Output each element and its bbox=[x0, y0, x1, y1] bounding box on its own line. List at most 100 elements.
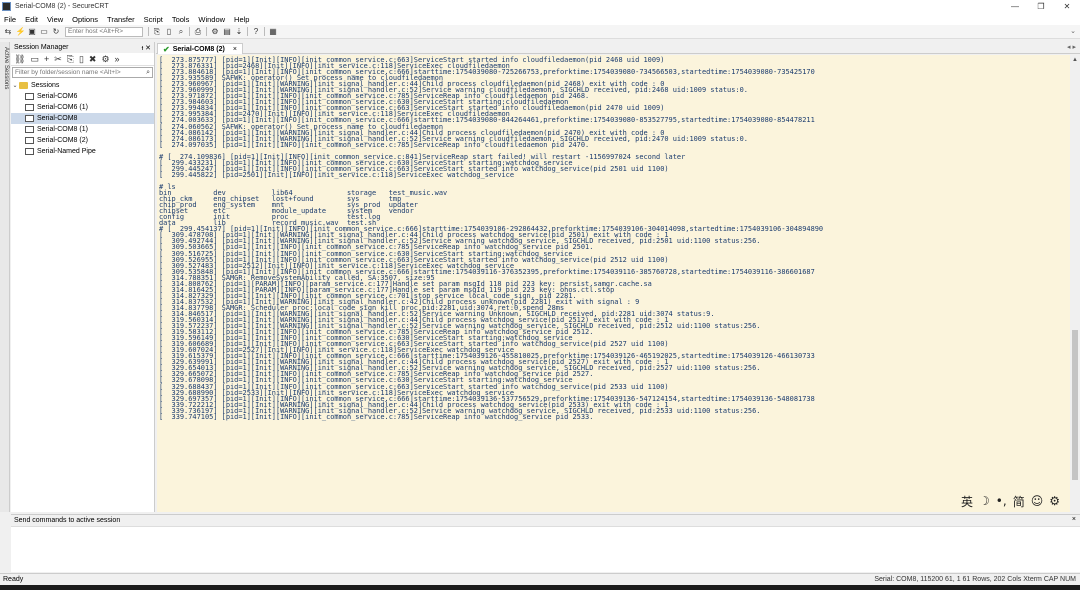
ime-simplified-toggle[interactable]: 简 bbox=[1013, 493, 1025, 510]
close-tab-icon[interactable]: × bbox=[233, 46, 237, 53]
session-icon bbox=[25, 93, 34, 100]
ime-moon-icon[interactable]: ☽ bbox=[979, 494, 990, 508]
copy-session-icon[interactable]: ⎘ bbox=[67, 54, 74, 65]
filter-placeholder: Filter by folder/session name <Alt+I> bbox=[15, 69, 121, 76]
scrollbar-thumb[interactable] bbox=[1072, 330, 1078, 480]
active-sessions-strip[interactable]: Active Sessions bbox=[0, 42, 10, 512]
screen-icon[interactable]: ▦ bbox=[269, 27, 278, 36]
session-icon bbox=[25, 137, 34, 144]
session-manager-header: Session Manager ᵼ ✕ bbox=[11, 42, 154, 53]
minimize-button[interactable]: — bbox=[1002, 0, 1028, 13]
menu-help[interactable]: Help bbox=[230, 15, 254, 24]
menu-file[interactable]: File bbox=[0, 15, 21, 24]
collapse-icon[interactable]: ⌄ bbox=[11, 82, 19, 89]
session-item[interactable]: Serial-COM6 (1) bbox=[11, 102, 154, 113]
session-icon bbox=[25, 104, 34, 111]
pin-icon[interactable]: ᵼ bbox=[142, 45, 144, 52]
title-bar: Serial-COM8 (2) - SecureCRT — ❐ ✕ bbox=[0, 0, 1080, 13]
tab-serial-com8-2[interactable]: ✔ Serial-COM8 (2) × bbox=[157, 43, 243, 54]
menu-script[interactable]: Script bbox=[140, 15, 168, 24]
command-window-header: Send commands to active session × bbox=[11, 514, 1080, 526]
delete-icon[interactable]: ✖ bbox=[89, 54, 97, 65]
close-panel-icon[interactable]: ✕ bbox=[145, 45, 151, 52]
session-manager-toolbar: ⛓ ▭ + ✂ ⎘ ▯ ✖ ⚙ » bbox=[11, 53, 154, 66]
toolbar-overflow-icon[interactable]: ⌄ bbox=[1070, 27, 1076, 35]
search-icon[interactable]: ⌕ bbox=[146, 68, 150, 77]
terminal-output[interactable]: [ 273.875777] [pid=1][Init][INFO][init_c… bbox=[157, 55, 1070, 512]
menu-edit[interactable]: Edit bbox=[21, 15, 43, 24]
session-item-selected[interactable]: Serial-COM8 bbox=[11, 113, 154, 124]
menu-bar: File Edit View Options Transfer Script T… bbox=[0, 13, 1080, 25]
session-item[interactable]: Serial-COM8 (1) bbox=[11, 124, 154, 135]
folder-icon[interactable]: ▭ bbox=[30, 54, 39, 65]
tree-root-label: Sessions bbox=[31, 82, 60, 89]
session-icon bbox=[25, 126, 34, 133]
folder-icon bbox=[19, 82, 28, 89]
ime-emoji-icon[interactable]: ☺ bbox=[1031, 494, 1044, 508]
properties-icon[interactable]: ⚙ bbox=[101, 54, 109, 65]
status-bar: Ready Serial: COM8, 115200 61, 1 61 Rows… bbox=[0, 573, 1080, 585]
close-window-button[interactable]: ✕ bbox=[1054, 0, 1080, 13]
tab-scroll-arrows[interactable]: ◂ ▸ bbox=[1067, 43, 1076, 51]
command-window-title: Send commands to active session bbox=[14, 517, 121, 524]
settings-icon[interactable]: ⚙ bbox=[211, 27, 220, 36]
session-icon bbox=[25, 115, 34, 122]
status-connection-info: Serial: COM8, 115200 61, 1 61 Rows, 202 … bbox=[874, 576, 1076, 583]
tab-label: Serial-COM8 (2) bbox=[172, 45, 225, 53]
session-item[interactable]: Serial-COM8 (2) bbox=[11, 135, 154, 146]
reconnect-icon[interactable]: ↻ bbox=[52, 27, 61, 36]
session-tree: ⌄ Sessions Serial-COM6 Serial-COM6 (1) S… bbox=[11, 79, 154, 157]
session-icon bbox=[25, 148, 34, 155]
connected-check-icon: ✔ bbox=[163, 44, 170, 54]
session-manager-panel: Session Manager ᵼ ✕ ⛓ ▭ + ✂ ⎘ ▯ ✖ ⚙ » Fi… bbox=[11, 42, 155, 512]
session-item[interactable]: Serial-COM6 bbox=[11, 91, 154, 102]
copy-icon[interactable]: ⎘ bbox=[153, 27, 162, 36]
terminal-scrollbar[interactable]: ▲ bbox=[1070, 55, 1080, 512]
session-tab-bar: ✔ Serial-COM8 (2) × ◂ ▸ bbox=[156, 42, 1080, 54]
more-icon[interactable]: » bbox=[115, 54, 120, 64]
taskbar bbox=[0, 585, 1080, 590]
window-controls: — ❐ ✕ bbox=[1002, 0, 1080, 13]
keymap-icon[interactable]: ▤ bbox=[223, 27, 232, 36]
connect-tab-icon[interactable]: ▣ bbox=[28, 27, 37, 36]
ime-toolbar: 英 ☽ •, 简 ☺ ⚙ bbox=[958, 493, 1063, 509]
toolbar-separator bbox=[264, 27, 265, 36]
menu-tools[interactable]: Tools bbox=[168, 15, 195, 24]
connect-icon[interactable]: ⇆ bbox=[4, 27, 13, 36]
paste-session-icon[interactable]: ▯ bbox=[79, 54, 84, 65]
host-input[interactable]: Enter host <Alt+R> bbox=[65, 26, 143, 37]
print-icon[interactable]: ⎙ bbox=[194, 27, 203, 36]
securecrt-app-icon bbox=[2, 2, 11, 11]
ime-settings-icon[interactable]: ⚙ bbox=[1049, 494, 1060, 508]
session-manager-title: Session Manager bbox=[14, 44, 69, 51]
toolbar-separator bbox=[247, 27, 248, 36]
tree-root-sessions[interactable]: ⌄ Sessions bbox=[11, 80, 154, 91]
active-sessions-label: Active Sessions bbox=[3, 47, 9, 90]
session-filter-input[interactable]: Filter by folder/session name <Alt+I> ⌕ bbox=[12, 67, 153, 78]
toolbar: ⇆ ⚡ ▣ ▭ ↻ Enter host <Alt+R> ⎘ ▯ ⌕ ⎙ ⚙ ▤… bbox=[0, 25, 1080, 39]
help-icon[interactable]: ? bbox=[252, 27, 261, 36]
link-icon[interactable]: ⛓ bbox=[14, 54, 25, 65]
session-item[interactable]: Serial-Named Pipe bbox=[11, 146, 154, 157]
terminal-lines: [ 273.875777] [pid=1][Init][INFO][init_c… bbox=[159, 56, 823, 420]
window-title: Serial-COM8 (2) - SecureCRT bbox=[15, 3, 109, 10]
close-command-window-icon[interactable]: × bbox=[1072, 516, 1076, 523]
find-icon[interactable]: ⌕ bbox=[177, 27, 186, 36]
maximize-button[interactable]: ❐ bbox=[1028, 0, 1054, 13]
menu-options[interactable]: Options bbox=[68, 15, 103, 24]
menu-transfer[interactable]: Transfer bbox=[103, 15, 140, 24]
cut-icon[interactable]: ✂ bbox=[54, 54, 62, 65]
toolbar-separator bbox=[189, 27, 190, 36]
scroll-up-icon[interactable]: ▲ bbox=[1070, 55, 1080, 65]
add-session-icon[interactable]: + bbox=[44, 54, 49, 64]
ime-language-toggle[interactable]: 英 bbox=[961, 493, 973, 510]
ime-punctuation-icon[interactable]: •, bbox=[996, 494, 1007, 508]
menu-view[interactable]: View bbox=[43, 15, 68, 24]
disconnect-icon[interactable]: ▭ bbox=[40, 27, 49, 36]
command-input-area[interactable] bbox=[11, 526, 1080, 572]
toolbar-separator bbox=[206, 27, 207, 36]
quick-connect-icon[interactable]: ⚡ bbox=[16, 27, 26, 36]
menu-window[interactable]: Window bbox=[194, 15, 230, 24]
sftp-icon[interactable]: ⇣ bbox=[235, 27, 244, 36]
paste-icon[interactable]: ▯ bbox=[165, 27, 174, 36]
